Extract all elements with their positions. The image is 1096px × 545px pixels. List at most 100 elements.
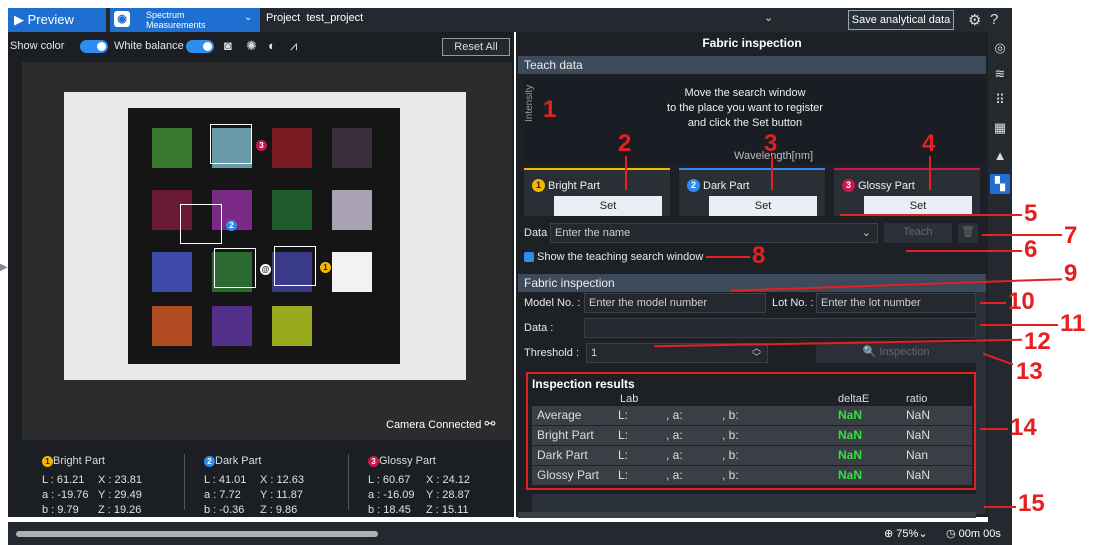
inspection-button[interactable]: 🔍 Inspection [816,343,976,363]
delete-icon[interactable]: 🗑 [958,223,978,243]
reset-all-button[interactable]: Reset All [442,38,510,56]
bright-part-badge: 1 [532,179,545,192]
callout-11: 11 [1060,310,1086,337]
threshold-label: Threshold : [524,347,580,359]
chevron-down-icon[interactable]: ⌄ [244,12,252,23]
result-row: Glossy Part L: , a: , b: NaN NaN [532,466,972,485]
row-ratio: NaN [906,468,931,482]
readout-name: Bright Part [53,455,105,467]
camera-icon[interactable]: ◙ [224,38,232,53]
dark-part-label: Dark Part [703,180,750,192]
wave-tool-icon[interactable]: ≋ [990,64,1010,84]
color-patch [332,190,372,230]
row-L: L: [618,408,629,422]
chevron-down-icon: ⌄ [861,227,871,239]
camera-status: Camera Connected ⚯ [386,416,495,432]
aperture-icon[interactable]: ✺ [246,38,257,54]
search-window-badge: 1 [320,262,331,273]
dots-tool-icon[interactable]: ⠿ [990,90,1010,110]
col-lab: Lab [620,393,639,405]
search-window[interactable] [180,204,222,244]
triangle-tool-icon[interactable]: ▲ [990,146,1010,166]
callout-9: 9 [1064,260,1078,287]
grid-tool-icon[interactable]: ▦ [990,118,1010,138]
result-row: Bright Part L: , a: , b: NaN NaN [532,426,972,445]
callout-6: 6 [1024,236,1038,263]
row-deltae: NaN [838,428,863,442]
preview-button[interactable]: ▶ Preview [8,8,106,32]
callout-1: 1 [543,96,557,123]
readout-Y: Y : 11.87 [260,489,304,501]
brightness-icon[interactable]: ◐ [268,38,276,53]
glossy-part-badge: 3 [842,179,855,192]
white-balance-toggle[interactable] [186,40,214,53]
row-b: , b: [722,448,739,462]
gear-icon[interactable]: ⚙ [968,11,981,29]
readout-X: X : 12.63 [260,474,305,486]
readout-b: b : 9.79 [42,504,79,516]
zoom-control[interactable]: ⊕ 75%⌄ [884,527,928,540]
callout-7: 7 [1064,222,1078,249]
row-deltae: NaN [838,448,863,462]
row-name: Bright Part [537,428,594,442]
row-name: Glossy Part [537,468,600,482]
callout-arrow [980,428,1008,430]
color-patch [152,306,192,346]
callout-4: 4 [922,130,936,157]
data-field[interactable] [584,318,976,338]
set-dark-button[interactable]: Set [709,196,817,216]
callout-14: 14 [1010,414,1037,441]
search-window[interactable] [274,246,316,286]
row-deltae: NaN [838,408,863,422]
graph-message-line: to the place you want to register [667,102,823,114]
callout-5: 5 [1024,200,1038,227]
readout-a: a : 7.72 [204,489,241,501]
model-input[interactable]: Enter the model number [584,293,766,313]
waveform-icon[interactable]: ⩘ [290,38,297,54]
callout-arrow [625,156,627,190]
color-patch [272,190,312,230]
timer: ◷ 00m 00s [946,528,1001,540]
search-window-badge: 2 [226,220,237,231]
readout-dark: 2 Dark Part L : 41.01 X : 12.63 a : 7.72 Y … [204,454,304,518]
callout-arrow [840,214,1022,216]
stepper-arrows-icon[interactable]: ︿ ﹀ [752,344,761,362]
expand-left-icon[interactable]: ▶ [0,262,8,273]
spectrum-icon: ◉ [114,11,130,27]
color-patch [272,306,312,346]
spectrum-measurements-selector[interactable]: Spectrum Measurements [110,8,260,32]
center-chevron-icon[interactable]: ⌄ [764,11,773,24]
lot-placeholder: Enter the lot number [821,297,921,309]
save-analytical-data-button[interactable]: Save analytical data [848,10,954,30]
fabric-tool-icon[interactable]: ▚ [990,174,1010,194]
data-name-select[interactable]: Enter the name ⌄ [550,223,878,243]
scroll-thumb[interactable] [16,531,378,537]
set-glossy-button[interactable]: Set [864,196,972,216]
teach-button[interactable]: Teach [884,223,952,243]
results-footer [532,494,976,512]
row-deltae: NaN [838,468,863,482]
timer-value: 00m 00s [958,528,1001,540]
search-window[interactable] [214,248,256,288]
readout-X: X : 23.81 [98,474,143,486]
horizontal-scrollbar[interactable] [518,512,976,518]
readout-Y: Y : 28.87 [426,489,470,501]
set-bright-button[interactable]: Set [554,196,662,216]
model-placeholder: Enter the model number [589,297,708,309]
callout-12: 12 [1024,328,1051,355]
readout-b: b : -0.36 [204,504,245,516]
search-window[interactable] [210,124,252,164]
row-L: L: [618,428,629,442]
divider [348,454,349,510]
glossy-part-card: 3 Glossy Part Set [834,168,980,216]
data-label-2: Data : [524,322,554,334]
spectrum-tool-icon[interactable]: ◎ [990,38,1010,58]
lot-input[interactable]: Enter the lot number [816,293,976,313]
readout-Z: Z : 15.11 [426,504,469,516]
white-balance-label: White balance [114,40,184,52]
help-icon[interactable]: ? [990,11,998,28]
graph-message: Move the search window to the place you … [640,86,850,131]
readout-name: Dark Part [215,455,262,467]
show-window-checkbox[interactable] [524,252,534,262]
show-color-toggle[interactable] [80,40,108,53]
